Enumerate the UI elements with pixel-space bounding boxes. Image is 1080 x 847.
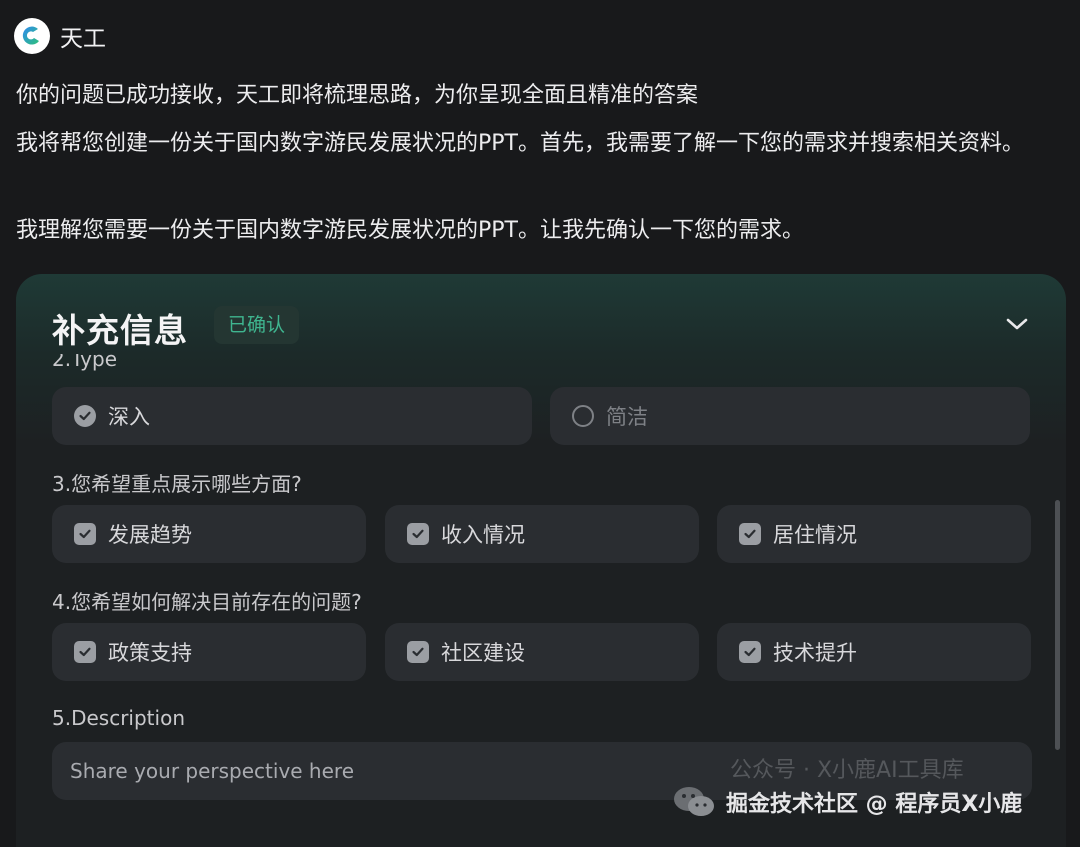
checkbox-checked-icon (74, 641, 96, 663)
option-label: 技术提升 (773, 641, 857, 665)
wechat-icon (674, 787, 714, 816)
description-placeholder: Share your perspective here (70, 759, 355, 783)
assistant-message-3: 我理解您需要一份关于国内数字游民发展状况的PPT。让我先确认一下您的需求。 (16, 218, 804, 243)
radio-checked-icon (74, 405, 96, 427)
app-header: 天工 (14, 18, 106, 54)
checkbox-checked-icon (739, 523, 761, 545)
option-community-building[interactable]: 社区建设 (385, 623, 699, 681)
watermark: 掘金技术社区 @ 程序员X小鹿 (672, 784, 1022, 820)
app-name: 天工 (60, 26, 106, 52)
scrollbar[interactable] (1055, 500, 1060, 750)
option-label: 深入 (108, 405, 150, 429)
question-3-label: 3.您希望重点展示哪些方面? (52, 472, 302, 496)
option-label: 简洁 (606, 405, 648, 429)
question-5-label: 5.Description (52, 706, 185, 730)
assistant-message-2: 我将帮您创建一份关于国内数字游民发展状况的PPT。首先，我需要了解一下您的需求并… (16, 131, 1024, 156)
option-housing[interactable]: 居住情况 (717, 505, 1031, 563)
assistant-message-1: 你的问题已成功接收，天工即将梳理思路，为你呈现全面且精准的答案 (16, 83, 699, 108)
option-development-trend[interactable]: 发展趋势 (52, 505, 366, 563)
question-2-label: 2.Type (52, 354, 118, 371)
option-label: 发展趋势 (108, 523, 192, 547)
chevron-down-icon[interactable] (1004, 314, 1030, 334)
watermark-faded-text: 公众号 · X小鹿AI工具库 (730, 758, 964, 783)
option-policy-support[interactable]: 政策支持 (52, 623, 366, 681)
checkbox-checked-icon (407, 641, 429, 663)
confirmed-badge: 已确认 (214, 306, 300, 344)
option-label: 社区建设 (441, 641, 525, 665)
watermark-text: 掘金技术社区 @ 程序员X小鹿 (726, 792, 1023, 817)
option-label: 收入情况 (441, 523, 525, 547)
tiangong-logo-icon (14, 18, 50, 54)
card-title: 补充信息 (52, 311, 188, 350)
option-income[interactable]: 收入情况 (385, 505, 699, 563)
question-4-label: 4.您希望如何解决目前存在的问题? (52, 590, 362, 614)
option-label: 政策支持 (108, 641, 192, 665)
option-deep[interactable]: 深入 (52, 387, 532, 445)
checkbox-checked-icon (407, 523, 429, 545)
option-concise[interactable]: 简洁 (550, 387, 1030, 445)
option-tech-improvement[interactable]: 技术提升 (717, 623, 1031, 681)
checkbox-checked-icon (74, 523, 96, 545)
radio-unchecked-icon (572, 405, 594, 427)
checkbox-checked-icon (739, 641, 761, 663)
option-label: 居住情况 (773, 523, 857, 547)
